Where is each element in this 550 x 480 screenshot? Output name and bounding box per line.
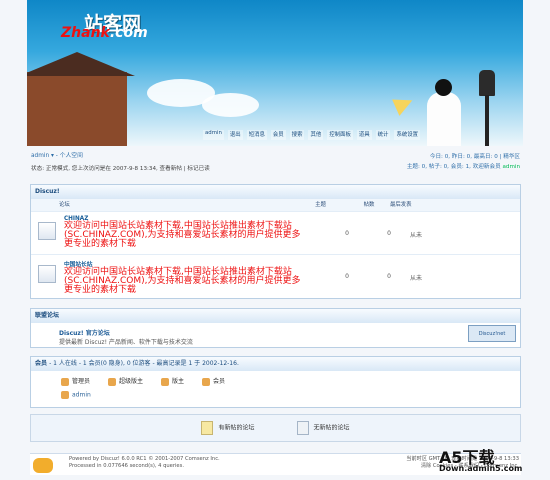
forum-description: 欢迎访问中国站长站素材下载,中国站长站推出素材下载站(SC.CHINAZ.COM… — [64, 221, 301, 249]
nav-logout[interactable]: 退出 — [227, 130, 243, 140]
forum-icon — [38, 265, 56, 283]
header-banner: 站客网 Zhank.com admin 退出 短消息 会员 搜索 其他 控制面板… — [27, 0, 523, 146]
forum-row[interactable]: CHINAZ 欢迎访问中国站长站素材下载,中国站长站推出素材下载站(SC.CHI… — [31, 211, 520, 254]
page: 站客网 Zhank.com admin 退出 短消息 会员 搜索 其他 控制面板… — [0, 0, 550, 480]
status-text: 状态: 正常模式, 您上次访问是在 2007-9-8 13:34, 查看新帖 |… — [31, 166, 210, 172]
stats-info: 今日: 0, 昨日: 0, 最高日: 0 | 精华区 主题: 0, 帖子: 0,… — [406, 154, 520, 170]
forum-last-post: 从未 — [410, 232, 423, 239]
forum-row[interactable]: 中国站长站 欢迎访问中国站长站素材下载,中国站长站推出素材下载站(SC.CHIN… — [31, 254, 520, 297]
forum-topics: 0 — [345, 230, 349, 237]
forum-posts: 0 — [387, 230, 391, 237]
section-title[interactable]: Discuz! — [31, 185, 520, 199]
new-post-legend: 有新帖的论坛 — [201, 421, 255, 435]
watermark-small: Down.admin5.com — [439, 464, 523, 473]
online-user[interactable]: admin — [31, 390, 520, 399]
nav-members[interactable]: 会员 — [270, 130, 286, 140]
admin-legend: 管理员 — [61, 376, 90, 386]
forum-legend: 有新帖的论坛 无新帖的论坛 — [30, 414, 521, 442]
forum-last-post: 从未 — [410, 275, 423, 282]
alliance-title[interactable]: 联盟论坛 — [31, 309, 520, 323]
user-menu[interactable]: admin ▾ - 个人空间 — [31, 150, 83, 159]
nav-system-settings[interactable]: 系统设置 — [394, 130, 421, 140]
nav-stats[interactable]: 统计 — [375, 130, 391, 140]
discuz-logo[interactable]: Discuz!net — [468, 325, 516, 342]
online-title: 会员 - 1 人在线 - 1 会员(0 隐身), 0 位游客 - 最高记录是 1… — [31, 357, 520, 371]
super-mod-legend: 超级版主 — [108, 376, 143, 386]
nav-admin[interactable]: admin — [203, 130, 224, 140]
forum-posts: 0 — [387, 273, 391, 280]
forum-topics: 0 — [345, 273, 349, 280]
mod-legend: 版主 — [161, 376, 184, 386]
nav-tools[interactable]: 道具 — [356, 130, 372, 140]
top-nav: admin 退出 短消息 会员 搜索 其他 控制面板 道具 统计 系统设置 — [203, 130, 421, 140]
new-member-link[interactable]: admin — [502, 164, 520, 170]
online-legend: 管理员 超级版主 版主 会员 — [31, 371, 520, 391]
paper-plane — [392, 92, 416, 116]
forum-icon — [38, 222, 56, 240]
forum-section: Discuz! 论坛 主题 帖数 最后发表 CHINAZ 欢迎访问中国站长站素材… — [30, 184, 521, 299]
alliance-section: 联盟论坛 Discuz! 官方论坛 提供最新 Discuz! 产品新闻、软件下载… — [30, 308, 521, 348]
forum-columns: 论坛 主题 帖数 最后发表 — [31, 199, 520, 211]
discuz-footer-icon — [33, 458, 53, 473]
nav-control-panel[interactable]: 控制面板 — [327, 130, 353, 140]
forum-description: 欢迎访问中国站长站素材下载,中国站长站推出素材下载站(SC.CHINAZ.COM… — [64, 267, 301, 295]
nav-other[interactable]: 其他 — [308, 130, 324, 140]
house-image — [27, 52, 135, 146]
nav-search[interactable]: 搜索 — [289, 130, 305, 140]
street-lamp — [479, 70, 495, 146]
person-image — [427, 79, 461, 146]
alliance-item[interactable]: Discuz! 官方论坛 提供最新 Discuz! 产品新闻、软件下载与技术交流 — [31, 323, 520, 351]
footer-left: Powered by Discuz! 6.0.0 RC1 © 2001-2007… — [69, 456, 220, 469]
site-logo-en[interactable]: Zhank.com — [61, 25, 148, 41]
online-section: 会员 - 1 人在线 - 1 会员(0 隐身), 0 位游客 - 最高记录是 1… — [30, 356, 521, 408]
member-legend: 会员 — [202, 376, 225, 386]
no-new-post-legend: 无新帖的论坛 — [296, 421, 350, 435]
nav-pm[interactable]: 短消息 — [246, 130, 267, 140]
